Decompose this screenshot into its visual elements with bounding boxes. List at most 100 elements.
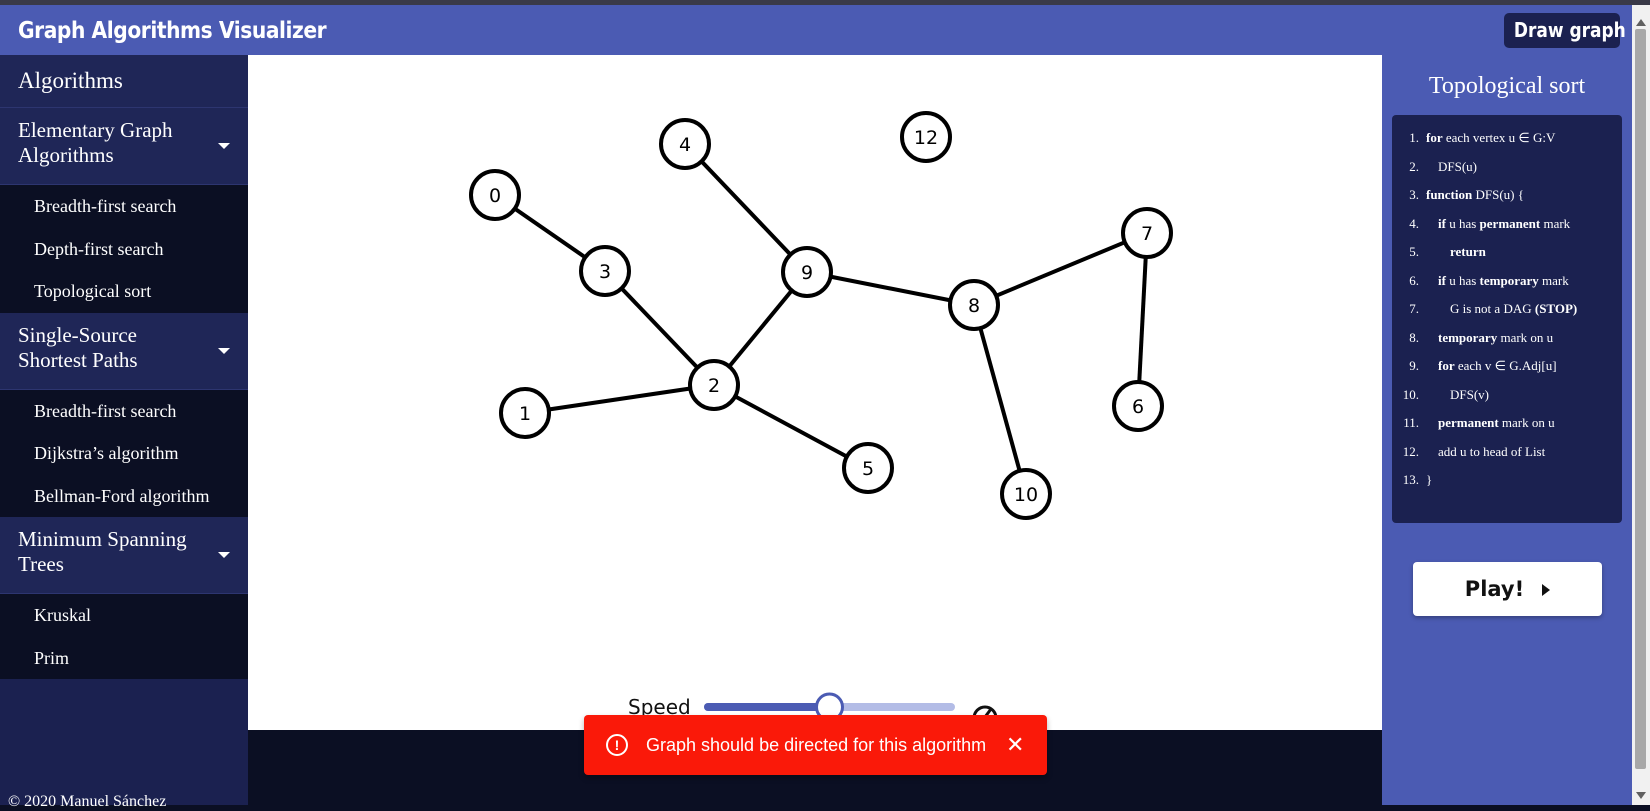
graph-node-5[interactable]: 5 [842,442,894,494]
graph-node-9[interactable]: 9 [781,246,833,298]
code-line-text: function DFS(u) { [1426,180,1524,210]
sidebar-item-topological-sort[interactable]: Topological sort [0,270,248,313]
code-keyword: return [1450,244,1486,259]
panel-title: Topological sort [1428,73,1586,99]
code-line-number: 6. [1409,272,1419,288]
code-line-number: 5. [1409,244,1419,259]
graph-node-10[interactable]: 10 [1000,468,1052,520]
graph-node-3[interactable]: 3 [579,245,631,297]
code-line-number: 2. [1409,158,1419,174]
code-keyword: permanent [1479,215,1541,231]
code-fragment: each v ∈ G.Adj[u] [1454,358,1557,373]
code-line-text: for each v ∈ G.Adj[u] [1438,351,1557,381]
code-line-number: 12. [1402,443,1419,459]
node-label: 0 [489,185,501,207]
code-line-text: G is not a DAG (STOP) [1450,294,1577,324]
sidebar-item-bfs[interactable]: Breadth-first search [0,185,248,228]
code-line-number: 1. [1409,130,1419,145]
play-arrow-icon [1542,584,1551,596]
code-line-number: 13. [1402,472,1419,487]
pseudocode-box: 1. for each vertex u ∈ G:V 2. DFS(u) 3. funct… [1392,115,1622,523]
node-label: 5 [862,458,874,480]
code-line-text: } [1426,465,1432,495]
graph-svg[interactable]: 01234567891012 [248,55,1382,730]
caret-down-icon[interactable] [218,552,230,558]
app-title: Graph Algorithms Visualizer [18,18,327,44]
caret-down-icon[interactable] [218,143,230,149]
sidebar-group-sssp: Breadth-first search Dijkstra’s algorith… [0,389,248,518]
sidebar-item-bfs-sssp[interactable]: Breadth-first search [0,390,248,433]
graph-node-2[interactable]: 2 [688,359,740,411]
sidebar-group-elementary: Breadth-first search Depth-first search … [0,185,248,313]
section-title: Single-Source Shortest Paths [18,322,138,372]
graph-node-0[interactable]: 0 [469,169,521,221]
graph-node-6[interactable]: 6 [1112,380,1164,432]
code-line-text: add u to head of List [1438,437,1545,467]
code-keyword: if [1438,272,1446,288]
graph-edge-1-2 [524,383,715,415]
graph-node-7[interactable]: 7 [1121,207,1173,259]
code-fragment: DFS(u) [1438,158,1478,174]
code-fragment: mark [1538,272,1569,288]
node-label: 9 [801,262,813,284]
graph-node-4[interactable]: 4 [659,118,711,170]
code-fragment: mark [1540,215,1571,231]
graph-node-1[interactable]: 1 [499,387,551,439]
scroll-thumb[interactable] [1635,29,1646,769]
close-icon[interactable]: ✕ [1006,715,1024,775]
play-button[interactable]: Play! [1413,562,1602,616]
play-label: Play! [1464,577,1525,601]
node-label: 3 [599,261,611,283]
sidebar-section-sssp[interactable]: Single-Source Shortest Paths [0,312,248,390]
node-label: 2 [708,375,720,397]
node-label: 10 [1014,484,1038,506]
caret-down-icon[interactable] [218,347,230,354]
code-keyword: permanent [1438,415,1499,430]
sidebar-item-kruskal[interactable]: Kruskal [0,594,248,637]
sidebar-section-mst[interactable]: Minimum Spanning Trees [0,517,248,594]
code-line-text: temporary mark on u [1438,323,1553,353]
code-fragment: u has [1445,215,1480,231]
snackbar-message: Graph should be directed for this algori… [646,735,987,755]
graph-edge-4-9 [683,142,809,274]
graph-canvas[interactable]: 0 1 2 3 4 5 6 7 8 9 10 12 Speed [248,55,1382,730]
scroll-down-arrow-icon[interactable] [1636,792,1646,799]
sidebar-item-dfs[interactable]: Depth-first search [0,228,248,271]
code-keyword: temporary [1438,329,1498,345]
code-line-text: if u has permanent mark [1438,209,1570,239]
code-line-number: 8. [1409,329,1419,345]
sidebar-footer: © 2020 Manuel Sánchez [8,793,166,811]
code-keyword: if [1438,215,1446,231]
graph-node-8[interactable]: 8 [948,279,1000,331]
code-line-text: DFS(u) [1438,152,1477,182]
code-fragment: each vertex u ∈ G:V [1442,130,1556,145]
graph-edge-8-7 [973,231,1148,307]
code-line-text: if u has temporary mark [1438,266,1569,296]
node-label: 4 [679,134,691,156]
sidebar-item-prim[interactable]: Prim [0,637,248,680]
code-keyword: function [1426,187,1473,202]
code-line-number: 7. [1409,301,1419,316]
section-title: Minimum Spanning Trees [18,527,187,576]
sidebar-section-elementary[interactable]: Elementary Graph Algorithms [0,108,248,185]
graph-edge-8-10 [972,304,1028,495]
code-fragment: G is not a DAG [1450,301,1535,316]
graph-node-12[interactable]: 12 [900,111,952,163]
code-line-number: 9. [1409,358,1419,373]
algorithm-panel: Topological sort 1. for each vertex u ∈ G… [1382,55,1632,805]
draw-graph-button[interactable]: Draw graph [1504,13,1626,48]
code-fragment: DFS(v) [1450,386,1490,402]
code-keyword: for [1438,358,1455,373]
sidebar-group-mst: Kruskal Prim [0,594,248,679]
page-scrollbar[interactable] [1632,5,1650,805]
sidebar-item-dijkstra[interactable]: Dijkstra’s algorithm [0,432,248,475]
section-title: Elementary Graph Algorithms [18,118,173,167]
sidebar-item-bellman-ford[interactable]: Bellman-Ford algorithm [0,475,248,518]
node-layer: 01234567891012 [469,111,1173,520]
scroll-up-arrow-icon[interactable] [1636,19,1646,26]
app-bar: Graph Algorithms Visualizer Draw graph [0,5,1632,55]
code-fragment: DFS(u) { [1472,187,1524,202]
draw-graph-label: Draw graph [1513,18,1626,42]
code-fragment: mark on u [1497,329,1554,345]
code-keyword: for [1426,130,1443,145]
